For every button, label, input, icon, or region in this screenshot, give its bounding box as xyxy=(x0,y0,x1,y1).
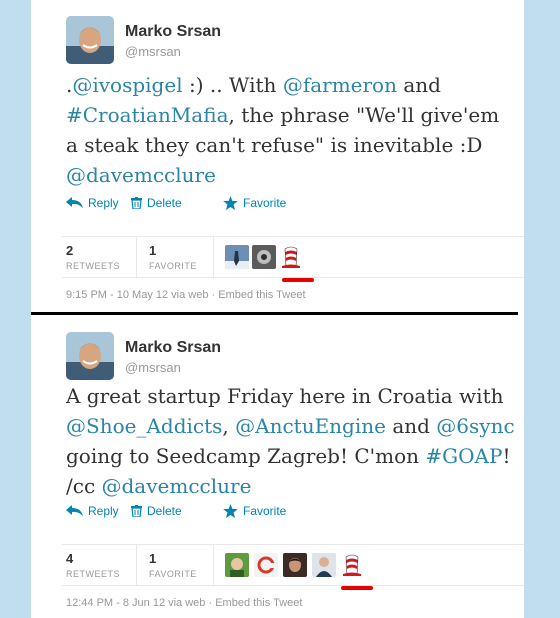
reply-label: Reply xyxy=(88,196,119,210)
meta-separator: · xyxy=(211,289,216,301)
tweet-meta: 12:44 PM - 8 Jun 12 via web · Embed this… xyxy=(66,597,302,609)
mention-link[interactable]: @davemcclure xyxy=(66,163,216,187)
cat-in-hat-avatar[interactable] xyxy=(279,245,303,269)
reply-arrow-icon xyxy=(66,197,83,208)
text-segment: A great startup Friday here in Croatia w… xyxy=(66,384,504,408)
favorite-label-stat: FAVORITE xyxy=(149,569,197,579)
mention-link[interactable]: @farmeron xyxy=(283,73,397,97)
author-avatar[interactable] xyxy=(66,332,114,380)
stat-divider xyxy=(136,545,137,585)
delete-label: Delete xyxy=(147,196,182,210)
author-name[interactable]: Marko Srsan xyxy=(125,23,221,41)
timestamp-link[interactable]: 9:15 PM - 10 May 12 via web xyxy=(66,289,208,301)
tweet-1: Marko Srsan @msrsan .@ivospigel :) .. Wi… xyxy=(31,0,524,312)
trash-icon xyxy=(131,505,142,517)
reply-label: Reply xyxy=(88,504,119,518)
tweet-divider xyxy=(31,312,518,315)
text-segment: , xyxy=(222,414,236,438)
author-name[interactable]: Marko Srsan xyxy=(125,339,221,357)
tweet-2: Marko Srsan @msrsan A great startup Frid… xyxy=(31,316,524,618)
hashtag-link[interactable]: #CroatianMafia xyxy=(66,103,229,127)
favorite-label: Favorite xyxy=(243,196,287,210)
favorite-label: Favorite xyxy=(243,504,287,518)
favoriter-avatar[interactable] xyxy=(252,245,276,269)
delete-button[interactable]: Delete xyxy=(131,504,182,518)
text-segment: and xyxy=(396,73,441,97)
mention-link[interactable]: @davemcclure xyxy=(102,474,252,498)
star-icon xyxy=(223,504,238,518)
text-segment: :) .. With xyxy=(182,73,283,97)
tweet-stats: 4 RETWEETS 1 FAVORITE xyxy=(62,544,524,590)
reply-button[interactable]: Reply xyxy=(66,196,119,210)
tweet-stats: 2 RETWEETS 1 FAVORITE xyxy=(62,236,524,282)
text-segment: and xyxy=(385,414,437,438)
reply-button[interactable]: Reply xyxy=(66,504,119,518)
author-handle[interactable]: @msrsan xyxy=(125,44,181,59)
retweet-label: RETWEETS xyxy=(66,261,121,271)
tweet-text: A great startup Friday here in Croatia w… xyxy=(66,381,516,501)
favoriter-avatar[interactable] xyxy=(254,553,278,577)
highlight-underline xyxy=(341,586,373,590)
favorite-button[interactable]: Favorite xyxy=(223,504,286,518)
stat-divider xyxy=(213,545,214,585)
text-segment: going to Seedcamp Zagreb! C'mon xyxy=(66,444,426,468)
stat-divider xyxy=(136,237,137,277)
favorite-button[interactable]: Favorite xyxy=(223,196,286,210)
tweet-text: .@ivospigel :) .. With @farmeron and #Cr… xyxy=(66,70,516,190)
favorite-count: 1 xyxy=(149,243,157,258)
mention-link[interactable]: @AnctuEngine xyxy=(235,414,386,438)
cat-in-hat-avatar[interactable] xyxy=(340,553,364,577)
favoriter-avatar[interactable] xyxy=(225,553,249,577)
favorite-count: 1 xyxy=(149,551,157,566)
stat-divider xyxy=(213,237,214,277)
author-handle[interactable]: @msrsan xyxy=(125,360,181,375)
mention-link[interactable]: @ivospigel xyxy=(72,73,182,97)
favoriter-avatar[interactable] xyxy=(225,245,249,269)
favoriter-avatar[interactable] xyxy=(283,553,307,577)
author-avatar[interactable] xyxy=(66,16,114,64)
timestamp-link[interactable]: 12:44 PM - 8 Jun 12 via web xyxy=(66,597,205,609)
hashtag-link[interactable]: #GOAP xyxy=(425,444,502,468)
trash-icon xyxy=(131,197,142,209)
favorite-label-stat: FAVORITE xyxy=(149,261,197,271)
timeline-panel: Marko Srsan @msrsan .@ivospigel :) .. Wi… xyxy=(31,0,524,618)
embed-link[interactable]: Embed this Tweet xyxy=(218,289,305,301)
retweet-count: 2 xyxy=(66,243,74,258)
mention-link[interactable]: @6sync xyxy=(436,414,514,438)
retweet-label: RETWEETS xyxy=(66,569,121,579)
highlight-underline xyxy=(282,278,314,282)
meta-separator: · xyxy=(208,597,213,609)
tweet-meta: 9:15 PM - 10 May 12 via web · Embed this… xyxy=(66,289,306,301)
retweet-count: 4 xyxy=(66,551,74,566)
star-icon xyxy=(223,196,238,210)
reply-arrow-icon xyxy=(66,505,83,516)
delete-button[interactable]: Delete xyxy=(131,196,182,210)
delete-label: Delete xyxy=(147,504,182,518)
embed-link[interactable]: Embed this Tweet xyxy=(215,597,302,609)
mention-link[interactable]: @Shoe_Addicts xyxy=(66,414,222,438)
favoriter-avatar[interactable] xyxy=(312,553,336,577)
